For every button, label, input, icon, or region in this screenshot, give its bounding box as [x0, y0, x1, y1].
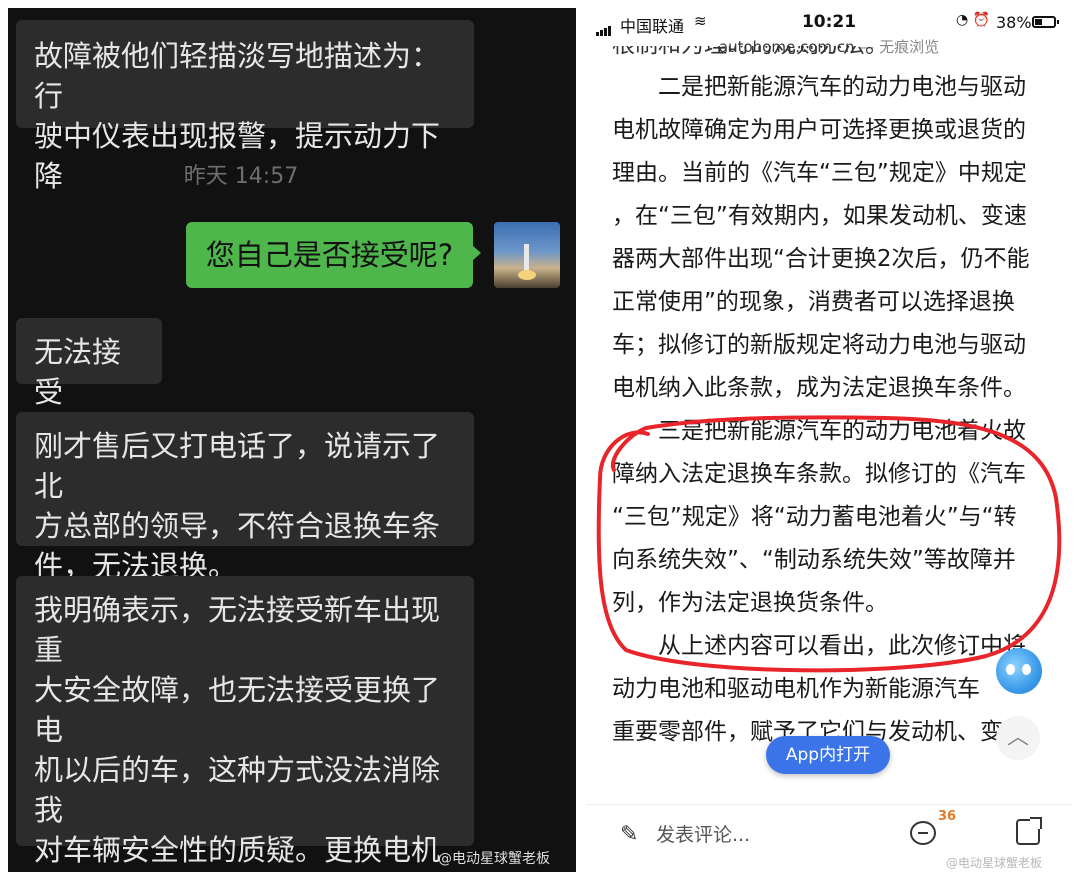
mascot-icon[interactable] [996, 648, 1042, 694]
chat-timestamp: 昨天 14:57 [183, 164, 299, 189]
watermark: @电动星球蟹老板 [946, 856, 1043, 870]
article-cut-line: 根制和为理时的规则办法。 [612, 46, 1052, 68]
chat-message-received: 刚才售后又打电话了，说请示了北 方总部的领导，不符合退换车条 件，无法退换。 [16, 412, 474, 583]
article-line: 动力电池和驱动电机作为新能源汽车 [612, 676, 980, 702]
chat-message-received: 故障被他们轻描淡写地描述为：行 驶中仪表出现报警，提示动力下降 [16, 20, 474, 193]
chat-message-received: 我明确表示，无法接受新车出现重 大安全故障，也无法接受更换了电 机以后的车，这种… [16, 576, 474, 867]
article-line: 障纳入法定退换车条款。拟修订的《汽车 [612, 461, 1026, 487]
comment-input[interactable]: ✎ 发表评论... [620, 815, 850, 855]
article-line: 正常使用”的现象，消费者可以选择退换 [612, 289, 1015, 315]
status-bar: 中国联通 ≋ 10:21 ◔ ⏰ 38% [586, 8, 1072, 38]
bubble-tail [472, 245, 481, 261]
watermark: @电动星球蟹老板 [438, 851, 550, 867]
comment-placeholder: 发表评论... [656, 824, 751, 846]
article-line: 理由。当前的《汽车“三包”规定》中规定 [612, 160, 1027, 186]
article-line: 电机故障确定为用户可选择更换或退货的 [612, 117, 1026, 143]
alarm-icon: ◔ ⏰ [956, 12, 991, 28]
article-line: 从上述内容可以看出，此次修订中将 [612, 633, 1026, 659]
avatar[interactable] [494, 222, 560, 288]
battery-icon [1032, 16, 1059, 28]
pen-icon: ✎ [620, 822, 639, 847]
article-line: 三是把新能源汽车的动力电池着火故 [612, 418, 1026, 444]
article-line: 电机纳入此条款，成为法定退换车条件。 [612, 375, 1026, 401]
article-line: 二是把新能源汽车的动力电池与驱动 [612, 74, 1026, 100]
article-body: 二是把新能源汽车的动力电池与驱动 电机故障确定为用户可选择更换或退货的 理由。当前的… [612, 66, 1052, 754]
article-line: 向系统失效”、“制动系统失效”等故障并 [612, 547, 1016, 573]
phone-screen: 中国联通 ≋ 10:21 ◔ ⏰ 38% autohome.com.cn — 无… [586, 8, 1072, 872]
share-icon[interactable] [1016, 817, 1042, 845]
article-line: 车；拟修订的新版规定将动力电池与驱动 [612, 332, 1026, 358]
open-in-app-button[interactable]: App内打开 [766, 736, 890, 774]
comment-icon[interactable] [910, 821, 936, 845]
comment-count: 36 [938, 809, 957, 824]
chat-panel: 故障被他们轻描淡写地描述为：行 驶中仪表出现报警，提示动力下降 昨天 14:57… [8, 8, 576, 872]
chat-message-received: 无法接受 [16, 318, 162, 409]
article-line: “三包”规定》将“动力蓄电池着火”与“转 [612, 504, 1017, 530]
article-line: ，在“三包”有效期内，如果发动机、变速 [612, 203, 1027, 229]
article-line: 列，作为法定退换货条件。 [612, 590, 888, 616]
rocket-icon [524, 244, 529, 272]
scroll-to-top-button[interactable]: ︿ [996, 716, 1040, 760]
battery-percent: 38% [996, 13, 1032, 32]
flame-icon [518, 270, 536, 280]
article-line: 器两大部件出现“合计更换2次后，仍不能 [612, 246, 1030, 272]
chat-message-sent: 您自己是否接受呢? [186, 222, 473, 288]
